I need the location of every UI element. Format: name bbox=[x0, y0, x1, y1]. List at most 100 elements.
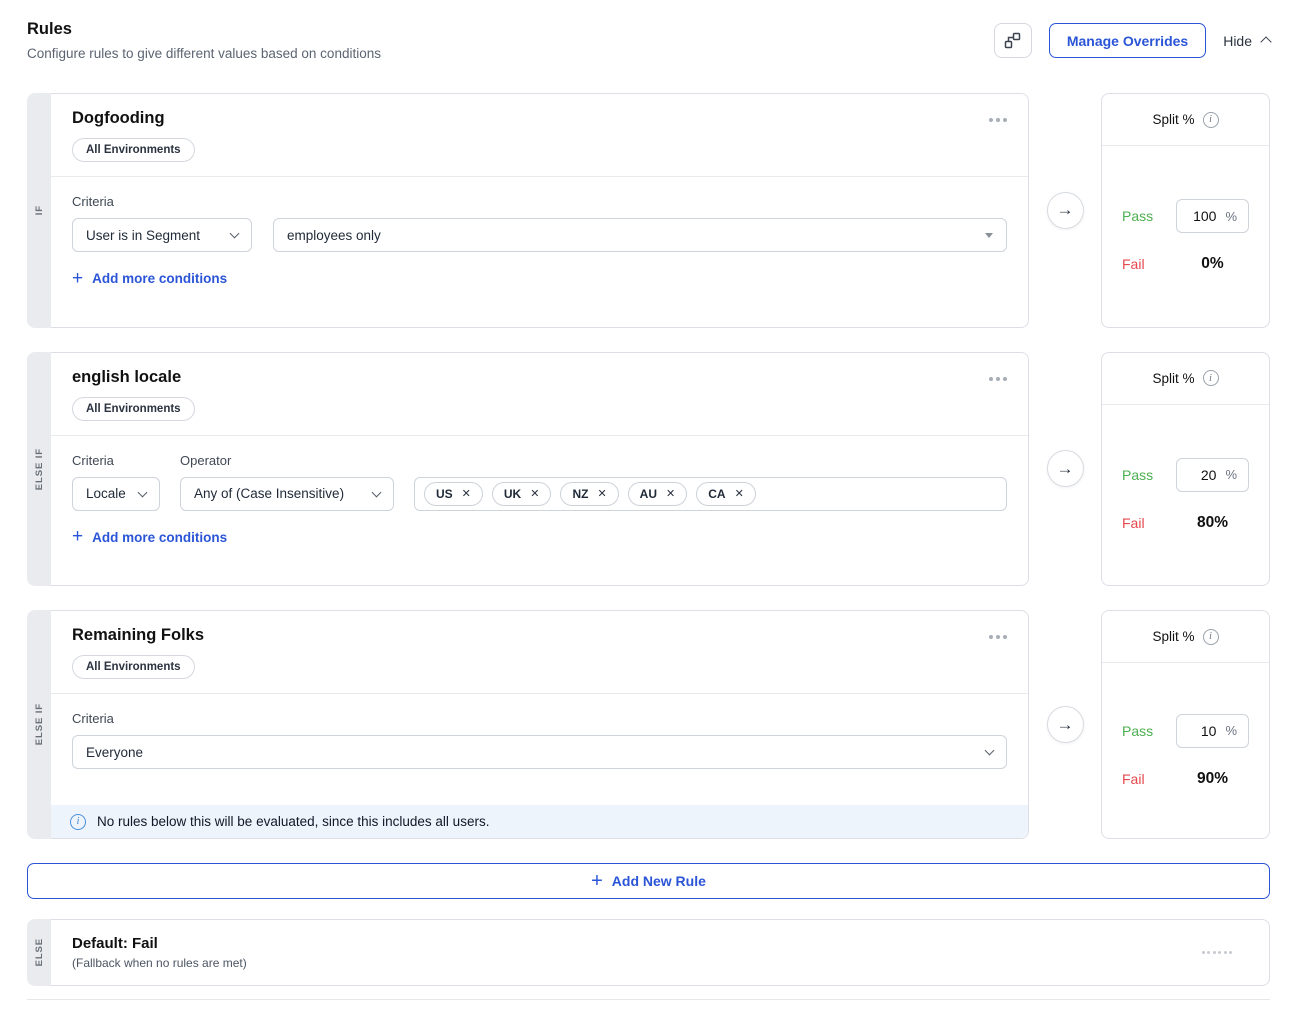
rule-row-english-locale: ELSE IF english locale All Environments … bbox=[27, 352, 1270, 587]
split-panel: Split % i Pass % Fail 80% bbox=[1101, 352, 1270, 587]
rule-connector-strip: ELSE bbox=[27, 919, 51, 986]
pass-percentage-input[interactable] bbox=[1186, 208, 1216, 224]
add-more-conditions-button[interactable]: + Add more conditions bbox=[72, 271, 227, 286]
criteria-label: Criteria bbox=[72, 453, 160, 468]
default-rule-title: Default: Fail bbox=[72, 935, 247, 952]
rule-card-header: Dogfooding All Environments bbox=[51, 94, 1028, 177]
chip-label: NZ bbox=[572, 487, 588, 501]
connector-label: ELSE IF bbox=[34, 703, 45, 745]
split-title: Split % bbox=[1152, 112, 1194, 127]
add-more-label: Add more conditions bbox=[92, 271, 227, 286]
info-icon[interactable]: i bbox=[1203, 112, 1219, 128]
pass-percentage-box[interactable]: % bbox=[1176, 458, 1249, 492]
criteria-type-value: User is in Segment bbox=[86, 228, 200, 243]
segment-value-select[interactable]: employees only bbox=[273, 218, 1007, 252]
value-chip[interactable]: CA ✕ bbox=[696, 482, 756, 506]
plus-icon: + bbox=[72, 272, 83, 286]
plus-icon: + bbox=[591, 874, 603, 888]
criteria-type-select[interactable]: Everyone bbox=[72, 735, 1007, 769]
default-rule-row: ELSE Default: Fail (Fallback when no rul… bbox=[27, 919, 1270, 986]
percent-unit: % bbox=[1225, 209, 1237, 224]
criteria-type-select[interactable]: User is in Segment bbox=[72, 218, 252, 252]
split-panel: Split % i Pass % Fail 90% bbox=[1101, 610, 1270, 839]
info-icon[interactable]: i bbox=[1203, 370, 1219, 386]
percent-unit: % bbox=[1225, 723, 1237, 738]
value-chip[interactable]: UK ✕ bbox=[492, 482, 552, 506]
segment-value: employees only bbox=[287, 228, 381, 243]
chevron-up-icon bbox=[1260, 36, 1271, 47]
add-more-conditions-button[interactable]: + Add more conditions bbox=[72, 530, 227, 545]
page-title: Rules bbox=[27, 20, 381, 39]
rule-card-header: Remaining Folks All Environments bbox=[51, 611, 1028, 694]
connector-label: ELSE bbox=[34, 938, 45, 966]
remove-chip-icon[interactable]: ✕ bbox=[462, 487, 471, 500]
pass-percentage-box[interactable]: % bbox=[1176, 199, 1249, 233]
rules-header: Rules Configure rules to give different … bbox=[27, 20, 1270, 61]
remove-chip-icon[interactable]: ✕ bbox=[597, 487, 606, 500]
fail-label: Fail bbox=[1122, 256, 1145, 272]
default-rule-card: Default: Fail (Fallback when no rules ar… bbox=[51, 919, 1270, 986]
arrow-right-icon: → bbox=[1047, 706, 1084, 743]
chevron-down-icon bbox=[372, 487, 382, 497]
split-title: Split % bbox=[1152, 371, 1194, 386]
add-new-rule-label: Add New Rule bbox=[612, 873, 706, 889]
rule-card: Dogfooding All Environments Criteria Use… bbox=[51, 93, 1029, 328]
remove-chip-icon[interactable]: ✕ bbox=[666, 487, 675, 500]
pass-label: Pass bbox=[1122, 208, 1153, 224]
environment-badge: All Environments bbox=[72, 655, 195, 679]
rule-connector-strip: IF bbox=[27, 93, 51, 328]
more-options-icon[interactable] bbox=[989, 377, 1007, 381]
arrow-right-icon: → bbox=[1047, 192, 1084, 229]
rule-connector-strip: ELSE IF bbox=[27, 352, 51, 587]
rule-title: Remaining Folks bbox=[72, 626, 204, 645]
page-subtitle: Configure rules to give different values… bbox=[27, 46, 381, 61]
connector-label: IF bbox=[34, 205, 45, 215]
pass-percentage-input[interactable] bbox=[1186, 467, 1216, 483]
header-left: Rules Configure rules to give different … bbox=[27, 20, 381, 61]
operator-select[interactable]: Any of (Case Insensitive) bbox=[180, 477, 394, 511]
value-chip[interactable]: US ✕ bbox=[424, 482, 483, 506]
rule-card-header: english locale All Environments bbox=[51, 353, 1028, 436]
criteria-type-value: Locale bbox=[86, 486, 126, 501]
rule-card-body: Criteria Locale Operator Any of (Case In… bbox=[51, 436, 1028, 586]
criteria-type-value: Everyone bbox=[86, 745, 143, 760]
rule-card: english locale All Environments Criteria… bbox=[51, 352, 1029, 587]
hide-toggle[interactable]: Hide bbox=[1223, 33, 1270, 49]
diagram-view-button[interactable] bbox=[994, 23, 1032, 58]
criteria-type-select[interactable]: Locale bbox=[72, 477, 160, 511]
more-options-icon[interactable] bbox=[989, 635, 1007, 639]
remove-chip-icon[interactable]: ✕ bbox=[530, 487, 539, 500]
rule-title: Dogfooding bbox=[72, 109, 195, 128]
criteria-label: Criteria bbox=[72, 194, 1007, 209]
add-new-rule-button[interactable]: + Add New Rule bbox=[27, 863, 1270, 899]
chevron-down-icon bbox=[985, 746, 995, 756]
more-options-icon[interactable] bbox=[989, 118, 1007, 122]
manage-overrides-button[interactable]: Manage Overrides bbox=[1049, 23, 1206, 58]
chip-label: US bbox=[436, 487, 453, 501]
rule-card-body: Criteria Everyone bbox=[51, 694, 1028, 769]
value-chip[interactable]: AU ✕ bbox=[628, 482, 688, 506]
rule-title: english locale bbox=[72, 368, 195, 387]
rule-row-dogfooding: IF Dogfooding All Environments Criteria … bbox=[27, 93, 1270, 328]
info-icon[interactable]: i bbox=[1203, 629, 1219, 645]
pass-label: Pass bbox=[1122, 467, 1153, 483]
environment-badge: All Environments bbox=[72, 138, 195, 162]
info-banner: i No rules below this will be evaluated,… bbox=[51, 805, 1028, 838]
value-chip[interactable]: NZ ✕ bbox=[560, 482, 618, 506]
dropdown-arrow-icon bbox=[985, 233, 993, 238]
split-title: Split % bbox=[1152, 629, 1194, 644]
pass-percentage-box[interactable]: % bbox=[1176, 714, 1249, 748]
fail-percentage: 90% bbox=[1176, 770, 1249, 788]
operator-value: Any of (Case Insensitive) bbox=[194, 486, 344, 501]
pass-percentage-input[interactable] bbox=[1186, 723, 1216, 739]
arrow-right-icon: → bbox=[1047, 450, 1084, 487]
section-divider bbox=[27, 999, 1270, 1000]
rule-card: Remaining Folks All Environments Criteri… bbox=[51, 610, 1029, 839]
values-input[interactable]: US ✕ UK ✕ NZ ✕ bbox=[414, 477, 1007, 511]
rules-panel: Rules Configure rules to give different … bbox=[0, 0, 1298, 1000]
connector-label: ELSE IF bbox=[34, 448, 45, 490]
add-more-label: Add more conditions bbox=[92, 530, 227, 545]
criteria-label: Criteria bbox=[72, 711, 1007, 726]
info-icon: i bbox=[70, 814, 86, 830]
remove-chip-icon[interactable]: ✕ bbox=[735, 487, 744, 500]
